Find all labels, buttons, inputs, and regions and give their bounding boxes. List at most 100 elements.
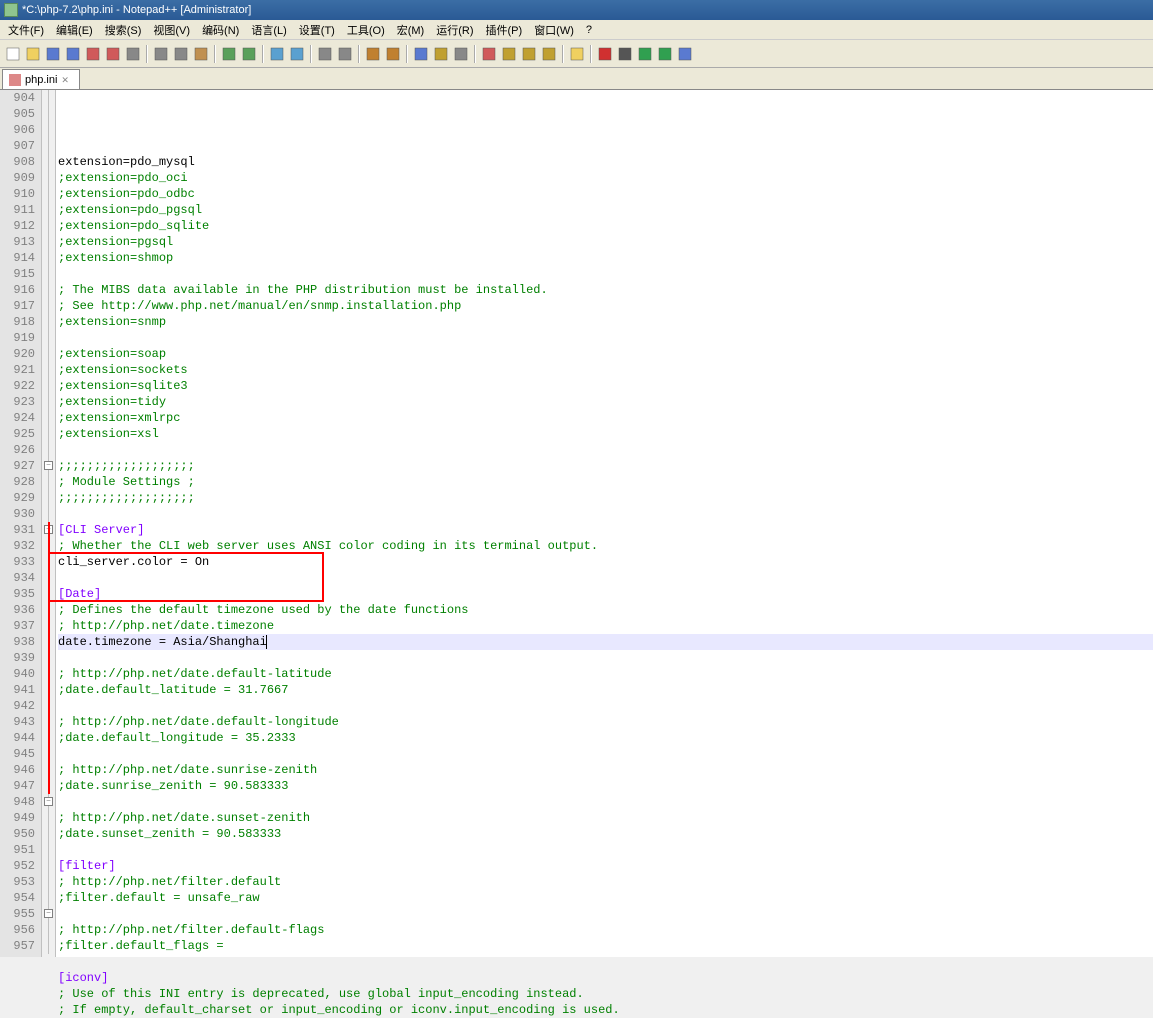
code-line[interactable]: ;;;;;;;;;;;;;;;;;;; <box>58 458 1153 474</box>
code-line[interactable] <box>58 906 1153 922</box>
code-line[interactable]: ;extension=pdo_odbc <box>58 186 1153 202</box>
menu-item[interactable]: 插件(P) <box>480 20 529 40</box>
code-line[interactable]: ; The MIBS data available in the PHP dis… <box>58 282 1153 298</box>
code-line[interactable]: extension=pdo_mysql <box>58 154 1153 170</box>
show-all-button[interactable] <box>432 45 450 63</box>
code-line[interactable] <box>58 842 1153 858</box>
code-line[interactable]: date.timezone = Asia/Shanghai <box>58 634 1153 650</box>
code-line[interactable]: ;filter.default_flags = <box>58 938 1153 954</box>
close-all-button[interactable] <box>104 45 122 63</box>
code-line[interactable] <box>58 746 1153 762</box>
code-line[interactable]: ;extension=xsl <box>58 426 1153 442</box>
code-line[interactable]: ; Use of this INI entry is deprecated, u… <box>58 986 1153 1002</box>
doc-list-button[interactable] <box>520 45 538 63</box>
new-file-button[interactable] <box>4 45 22 63</box>
code-line[interactable]: ; http://php.net/date.default-longitude <box>58 714 1153 730</box>
sync-v-button[interactable] <box>364 45 382 63</box>
fold-toggle[interactable]: − <box>44 525 53 534</box>
cut-button[interactable] <box>152 45 170 63</box>
editor[interactable]: 9049059069079089099109119129139149159169… <box>0 90 1153 957</box>
code-line[interactable]: ;extension=sockets <box>58 362 1153 378</box>
find-button[interactable] <box>268 45 286 63</box>
fold-toggle[interactable]: − <box>44 461 53 470</box>
indent-guide-button[interactable] <box>452 45 470 63</box>
code-line[interactable]: ;;;;;;;;;;;;;;;;;;; <box>58 490 1153 506</box>
menu-item[interactable]: 视图(V) <box>147 20 196 40</box>
code-line[interactable]: ;extension=shmop <box>58 250 1153 266</box>
copy-button[interactable] <box>172 45 190 63</box>
save-macro-button[interactable] <box>676 45 694 63</box>
menu-item[interactable]: 语言(L) <box>245 20 292 40</box>
code-line[interactable] <box>58 650 1153 666</box>
stop-button[interactable] <box>616 45 634 63</box>
doc-map-button[interactable] <box>500 45 518 63</box>
code-line[interactable]: ;extension=soap <box>58 346 1153 362</box>
code-line[interactable]: [iconv] <box>58 970 1153 986</box>
code-line[interactable]: ; Module Settings ; <box>58 474 1153 490</box>
code-area[interactable]: extension=pdo_mysql;extension=pdo_oci;ex… <box>56 90 1153 957</box>
wrap-button[interactable] <box>412 45 430 63</box>
code-line[interactable] <box>58 442 1153 458</box>
print-button[interactable] <box>124 45 142 63</box>
code-line[interactable]: ; See http://www.php.net/manual/en/snmp.… <box>58 298 1153 314</box>
code-line[interactable]: ;extension=pdo_oci <box>58 170 1153 186</box>
lang-button[interactable] <box>480 45 498 63</box>
fold-toggle[interactable]: − <box>44 909 53 918</box>
code-line[interactable] <box>58 954 1153 970</box>
code-line[interactable]: ; Defines the default timezone used by t… <box>58 602 1153 618</box>
code-line[interactable]: ;extension=tidy <box>58 394 1153 410</box>
play-button[interactable] <box>636 45 654 63</box>
code-line[interactable]: ;filter.default = unsafe_raw <box>58 890 1153 906</box>
menu-item[interactable]: 设置(T) <box>293 20 341 40</box>
code-line[interactable]: ;extension=xmlrpc <box>58 410 1153 426</box>
menu-item[interactable]: 窗口(W) <box>528 20 580 40</box>
code-line[interactable] <box>58 570 1153 586</box>
code-line[interactable]: ; Whether the CLI web server uses ANSI c… <box>58 538 1153 554</box>
code-line[interactable]: ;extension=pdo_sqlite <box>58 218 1153 234</box>
close-button[interactable] <box>84 45 102 63</box>
menu-item[interactable]: 文件(F) <box>2 20 50 40</box>
save-all-button[interactable] <box>64 45 82 63</box>
close-icon[interactable]: ✕ <box>61 75 71 85</box>
menu-item[interactable]: 工具(O) <box>341 20 391 40</box>
tab-php-ini[interactable]: php.ini ✕ <box>2 69 80 89</box>
code-line[interactable]: ;extension=snmp <box>58 314 1153 330</box>
code-line[interactable]: [CLI Server] <box>58 522 1153 538</box>
code-line[interactable]: ;extension=sqlite3 <box>58 378 1153 394</box>
record-button[interactable] <box>596 45 614 63</box>
code-line[interactable]: ; If empty, default_charset or input_enc… <box>58 1002 1153 1018</box>
code-line[interactable] <box>58 506 1153 522</box>
menu-item[interactable]: 搜索(S) <box>99 20 148 40</box>
code-line[interactable]: ; http://php.net/filter.default <box>58 874 1153 890</box>
redo-button[interactable] <box>240 45 258 63</box>
code-line[interactable]: ;date.default_latitude = 31.7667 <box>58 682 1153 698</box>
code-line[interactable]: ; http://php.net/filter.default-flags <box>58 922 1153 938</box>
code-line[interactable]: ;date.default_longitude = 35.2333 <box>58 730 1153 746</box>
code-line[interactable] <box>58 330 1153 346</box>
zoom-in-button[interactable] <box>316 45 334 63</box>
save-button[interactable] <box>44 45 62 63</box>
undo-button[interactable] <box>220 45 238 63</box>
replace-button[interactable] <box>288 45 306 63</box>
paste-button[interactable] <box>192 45 210 63</box>
zoom-out-button[interactable] <box>336 45 354 63</box>
menu-item[interactable]: 宏(M) <box>391 20 431 40</box>
code-line[interactable] <box>58 698 1153 714</box>
folder-button[interactable] <box>568 45 586 63</box>
code-line[interactable]: ;extension=pgsql <box>58 234 1153 250</box>
code-line[interactable]: ;extension=pdo_pgsql <box>58 202 1153 218</box>
fold-toggle[interactable]: − <box>44 797 53 806</box>
code-line[interactable]: ; http://php.net/date.timezone <box>58 618 1153 634</box>
code-line[interactable]: [filter] <box>58 858 1153 874</box>
menu-item[interactable]: 运行(R) <box>430 20 479 40</box>
code-line[interactable]: ; http://php.net/date.default-latitude <box>58 666 1153 682</box>
code-line[interactable] <box>58 266 1153 282</box>
play-multi-button[interactable] <box>656 45 674 63</box>
func-list-button[interactable] <box>540 45 558 63</box>
code-line[interactable] <box>58 794 1153 810</box>
sync-h-button[interactable] <box>384 45 402 63</box>
menu-item[interactable]: 编码(N) <box>196 20 245 40</box>
code-line[interactable]: [Date] <box>58 586 1153 602</box>
menu-item[interactable]: ? <box>580 22 598 38</box>
code-line[interactable]: ; http://php.net/date.sunset-zenith <box>58 810 1153 826</box>
